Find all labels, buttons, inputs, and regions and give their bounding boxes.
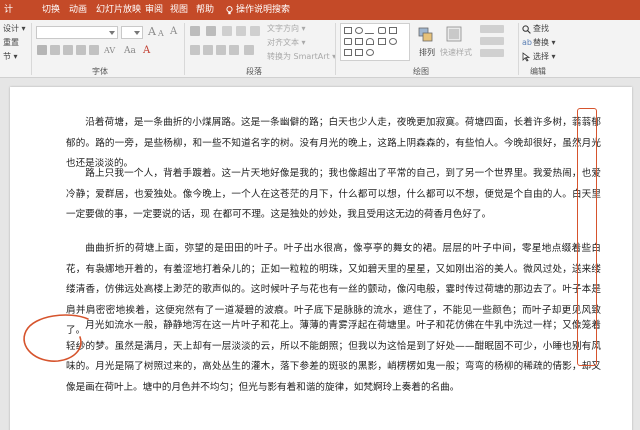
- align-text-button[interactable]: 对齐文本 ▾: [267, 38, 306, 48]
- tab-review[interactable]: 审阅: [145, 4, 163, 17]
- shapes-gallery[interactable]: [340, 23, 410, 61]
- columns-icon[interactable]: [244, 45, 254, 55]
- tab-help[interactable]: 帮助: [196, 4, 214, 17]
- annotation-box: [577, 108, 597, 366]
- group-separator: [335, 23, 336, 75]
- ribbon-tab-bar: 计 切换 动画 幻灯片放映 审阅 视图 帮助 操作说明搜索: [0, 0, 640, 20]
- arc-shape-icon[interactable]: [366, 38, 374, 45]
- tab-animations[interactable]: 动画: [69, 4, 87, 17]
- group-separator: [518, 23, 519, 75]
- tab-view[interactable]: 视图: [170, 4, 188, 17]
- font-family-combo[interactable]: [36, 26, 118, 39]
- line-shape-icon[interactable]: [364, 27, 377, 34]
- cursor-icon: [522, 52, 531, 62]
- quick-styles-label[interactable]: 快速样式: [440, 48, 472, 58]
- bullets-icon[interactable]: [190, 26, 200, 36]
- arrange-icon[interactable]: [418, 26, 434, 46]
- textbox-shape-icon[interactable]: [389, 27, 397, 34]
- font-group-label: 字体: [92, 67, 108, 76]
- pentagon-shape-icon[interactable]: [355, 49, 363, 56]
- shape-fill-icon[interactable]: [480, 25, 504, 33]
- chevron-down-icon: [109, 31, 115, 35]
- callout-shape-icon[interactable]: [344, 38, 352, 45]
- arrow-shape-icon[interactable]: [355, 38, 363, 45]
- align-center-icon[interactable]: [203, 45, 213, 55]
- annotation-circle: [23, 314, 89, 362]
- triangle-shape-icon[interactable]: [344, 49, 352, 56]
- line-spacing-icon[interactable]: [250, 26, 260, 36]
- find-button[interactable]: 查找: [533, 24, 549, 34]
- search-icon: [522, 25, 531, 34]
- slide-canvas: 沿着荷塘，是一条曲折的小煤屑路。这是一条幽僻的路；白天也少人走，夜晚更加寂寞。荷…: [0, 79, 640, 430]
- font-size-combo[interactable]: [121, 26, 143, 39]
- paragraph-4[interactable]: 月光如流水一般，静静地泻在这一片叶子和花上。薄薄的青雾浮起在荷塘里。叶子和花仿佛…: [66, 316, 601, 398]
- shape-outline-icon[interactable]: [480, 37, 504, 45]
- arrange-label[interactable]: 排列: [419, 48, 435, 58]
- star-shape-icon[interactable]: [389, 38, 397, 45]
- character-spacing-icon[interactable]: AV: [104, 45, 115, 57]
- lightbulb-icon: [226, 6, 233, 15]
- oval-shape-icon[interactable]: [355, 27, 363, 34]
- rounded-rect-shape-icon[interactable]: [378, 27, 386, 34]
- reset-button[interactable]: 重置: [3, 38, 19, 48]
- underline-icon[interactable]: [63, 45, 73, 55]
- editing-group-label: 编辑: [530, 67, 546, 76]
- align-right-icon[interactable]: [216, 45, 226, 55]
- bold-icon[interactable]: [37, 45, 47, 55]
- text-direction-button[interactable]: 文字方向 ▾: [267, 24, 306, 34]
- tab-slideshow[interactable]: 幻灯片放映: [96, 4, 141, 17]
- shadow-icon[interactable]: [76, 45, 86, 55]
- align-left-icon[interactable]: [190, 45, 200, 55]
- powerpoint-window: 计 切换 动画 幻灯片放映 审阅 视图 帮助 操作说明搜索 设计 ▾ 重置 节 …: [0, 0, 640, 430]
- tab-transitions[interactable]: 切换: [42, 4, 60, 17]
- group-separator: [31, 23, 32, 75]
- strikethrough-icon[interactable]: [89, 45, 99, 55]
- smiley-shape-icon[interactable]: [366, 49, 374, 56]
- convert-smartart-button[interactable]: 转换为 SmartArt ▾: [267, 52, 336, 62]
- layout-button[interactable]: 设计 ▾: [3, 24, 26, 34]
- section-button[interactable]: 节 ▾: [3, 52, 18, 62]
- drawing-group-label: 绘图: [413, 67, 429, 76]
- group-separator: [184, 23, 185, 75]
- change-case-icon[interactable]: Aa: [124, 45, 136, 57]
- replace-button[interactable]: 替换 ▾: [533, 38, 556, 48]
- increase-indent-icon[interactable]: [236, 26, 246, 36]
- brace-shape-icon[interactable]: [378, 38, 386, 45]
- tell-me-search[interactable]: 操作说明搜索: [226, 4, 290, 17]
- replace-icon: ab: [522, 38, 532, 47]
- shrink-font-icon[interactable]: A: [158, 28, 164, 40]
- chevron-down-icon: [134, 31, 140, 35]
- grow-font-icon[interactable]: A: [148, 26, 156, 38]
- decrease-indent-icon[interactable]: [222, 26, 232, 36]
- italic-icon[interactable]: [50, 45, 60, 55]
- shape-effects-icon[interactable]: [480, 49, 504, 57]
- font-color-icon[interactable]: A: [143, 45, 150, 57]
- ribbon: 设计 ▾ 重置 节 ▾ A A A AV Aa A 字体 文字方向 ▾ 对齐文本…: [0, 20, 640, 78]
- tab-design[interactable]: 计: [4, 4, 13, 17]
- paragraph-group-label: 段落: [246, 67, 262, 76]
- select-button[interactable]: 选择 ▾: [533, 52, 556, 62]
- tell-me-label: 操作说明搜索: [236, 5, 291, 15]
- justify-icon[interactable]: [229, 45, 239, 55]
- quick-styles-icon[interactable]: [446, 26, 462, 46]
- clear-formatting-icon[interactable]: A: [170, 26, 177, 38]
- slide-page[interactable]: 沿着荷塘，是一条曲折的小煤屑路。这是一条幽僻的路；白天也少人走，夜晚更加寂寞。荷…: [10, 87, 632, 430]
- paragraph-2[interactable]: 路上只我一个人，背着手踱着。这一片天地好像是我的；我也像超出了平常的自己，到了另…: [66, 164, 601, 226]
- numbering-icon[interactable]: [206, 26, 216, 36]
- rectangle-shape-icon[interactable]: [344, 27, 352, 34]
